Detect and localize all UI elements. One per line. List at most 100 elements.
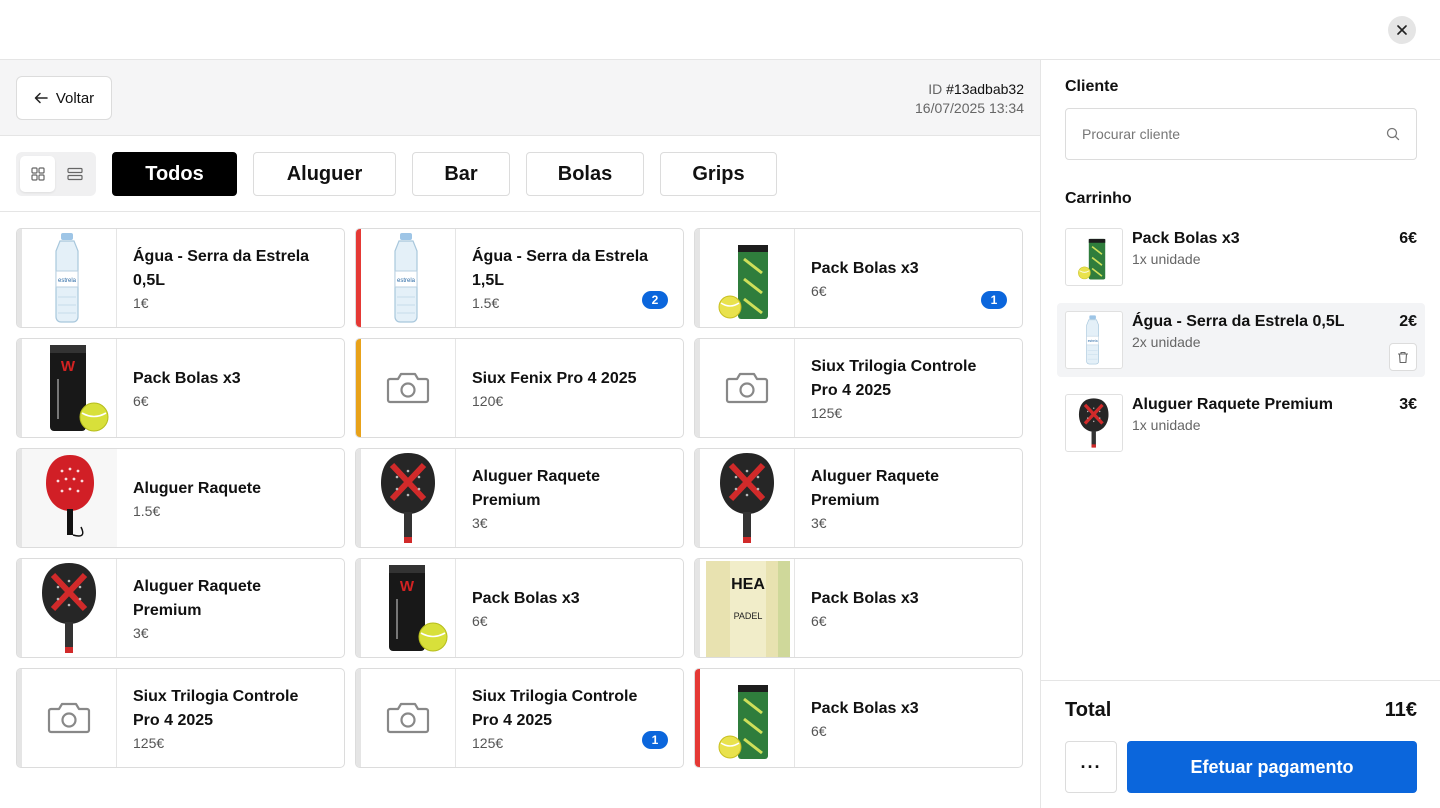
cart-item-name: Pack Bolas x3 (1132, 230, 1240, 247)
product-card-siux-trilogia-controle-pro-4-2025[interactable]: Siux Trilogia Controle Pro 4 2025 125€ (694, 338, 1023, 438)
product-image (22, 669, 117, 767)
water-bottle-large-image: estrela (361, 229, 456, 327)
category-grips[interactable]: Grips (660, 152, 777, 196)
product-name: Água - Serra da Estrela 1,5L (472, 248, 649, 289)
product-image (700, 449, 795, 547)
product-card-siux-trilogia-controle-pro-4-2025[interactable]: Siux Trilogia Controle Pro 4 2025 125€ 1 (355, 668, 684, 768)
more-options-button[interactable]: ··· (1065, 741, 1117, 793)
water-bottle-small-image: estrela (22, 229, 117, 327)
arrow-left-icon (34, 92, 48, 104)
ball-tube-green-image (1068, 230, 1120, 284)
product-image (361, 669, 456, 767)
product-image (22, 559, 117, 657)
svg-text:W: W (60, 358, 75, 375)
order-id: #13adbab32 (946, 81, 1024, 97)
product-price: 6€ (133, 393, 149, 409)
product-card-aluguer-raquete-premium[interactable]: Aluguer Raquete Premium 3€ (355, 448, 684, 548)
ball-tube-green-image (700, 229, 795, 327)
search-icon[interactable] (1386, 127, 1400, 141)
product-image: W (361, 559, 456, 657)
main-panel: Voltar ID #13adbab32 16/07/2025 13:34 To… (0, 60, 1040, 808)
product-name: Siux Trilogia Controle Pro 4 2025 (472, 688, 638, 729)
product-name: Aluguer Raquete Premium (472, 468, 601, 509)
cart-item-aluguer-raquete-premium[interactable]: Aluguer Raquete Premium 1x unidade 3€ (1057, 386, 1425, 460)
product-name: Siux Trilogia Controle Pro 4 2025 (133, 688, 299, 729)
ball-tube-black-image: W (361, 559, 456, 657)
racket-black-image (22, 559, 117, 657)
product-price: 3€ (472, 515, 488, 531)
product-price: 3€ (133, 625, 149, 641)
product-name: Pack Bolas x3 (811, 700, 919, 717)
trash-icon (1398, 351, 1408, 363)
order-id-prefix: ID (928, 81, 943, 97)
product-card-pack-bolas-x3[interactable]: HEA PADEL Pack Bolas x3 6€ (694, 558, 1023, 658)
cart-count-badge: 1 (642, 731, 668, 749)
product-name: Pack Bolas x3 (133, 370, 241, 387)
category-bar[interactable]: Bar (412, 152, 510, 196)
close-button[interactable] (1388, 16, 1416, 44)
delete-item-button[interactable] (1389, 343, 1417, 371)
order-meta: ID #13adbab32 16/07/2025 13:34 (915, 80, 1024, 118)
product-card-pack-bolas-x3[interactable]: W Pack Bolas x3 6€ (355, 558, 684, 658)
product-name: Pack Bolas x3 (811, 260, 919, 277)
cart-item-quantity: 2x unidade (1132, 334, 1201, 350)
client-search-box (1065, 108, 1417, 160)
product-card-agua-serra-da-estrela-0-5l[interactable]: estrela Água - Serra da Estrela 0,5L 1€ (16, 228, 345, 328)
ball-tube-green-image (700, 669, 795, 767)
grid-icon (30, 167, 45, 181)
list-icon (66, 167, 83, 181)
svg-text:W: W (399, 578, 414, 595)
cart-item-agua-serra-da-estrela-0-5l[interactable]: estrela Água - Serra da Estrela 0,5L 2x un… (1057, 303, 1425, 377)
product-image (700, 229, 795, 327)
cart-item-price: 3€ (1399, 396, 1417, 413)
category-filter-bar: Todos Aluguer Bar Bolas Grips (0, 136, 1040, 212)
grid-view-button[interactable] (20, 156, 55, 192)
back-button[interactable]: Voltar (16, 76, 112, 120)
product-card-siux-trilogia-controle-pro-4-2025[interactable]: Siux Trilogia Controle Pro 4 2025 125€ (16, 668, 345, 768)
category-aluguer[interactable]: Aluguer (253, 152, 396, 196)
product-price: 120€ (472, 393, 504, 409)
camera-icon (725, 370, 769, 406)
product-price: 1.5€ (472, 295, 500, 311)
total-value: 11€ (1384, 699, 1417, 721)
client-section-title: Cliente (1065, 78, 1119, 95)
cart-count-badge: 1 (981, 291, 1007, 309)
cart-item-quantity: 1x unidade (1132, 417, 1201, 433)
client-search-input[interactable] (1082, 126, 1362, 142)
order-datetime: 16/07/2025 13:34 (915, 100, 1024, 116)
product-card-aluguer-raquete-premium[interactable]: Aluguer Raquete Premium 3€ (694, 448, 1023, 548)
product-card-siux-fenix-pro-4-2025[interactable]: Siux Fenix Pro 4 2025 120€ (355, 338, 684, 438)
product-name: Água - Serra da Estrela 0,5L (133, 248, 310, 289)
product-card-aluguer-raquete-premium[interactable]: Aluguer Raquete Premium 3€ (16, 558, 345, 658)
ball-tube-black-image: W (22, 339, 117, 437)
product-image (361, 339, 456, 437)
racket-black-image (1068, 396, 1120, 450)
category-todos[interactable]: Todos (112, 152, 237, 196)
pay-button[interactable]: Efetuar pagamento (1127, 741, 1417, 793)
close-icon (1397, 25, 1407, 35)
product-image: W (22, 339, 117, 437)
product-card-pack-bolas-x3[interactable]: Pack Bolas x3 6€ (694, 668, 1023, 768)
view-toggle (16, 152, 96, 196)
cart-item-name: Água - Serra da Estrela 0,5L (1132, 313, 1345, 330)
camera-icon (386, 370, 430, 406)
category-bolas[interactable]: Bolas (526, 152, 644, 196)
back-label: Voltar (55, 89, 95, 107)
product-card-pack-bolas-x3[interactable]: Pack Bolas x3 6€ 1 (694, 228, 1023, 328)
cart-section-title: Carrinho (1065, 190, 1132, 207)
top-bar (0, 0, 1440, 60)
product-image: estrela (361, 229, 456, 327)
product-card-pack-bolas-x3[interactable]: W Pack Bolas x3 6€ (16, 338, 345, 438)
product-name: Pack Bolas x3 (811, 590, 919, 607)
cart-item-pack-bolas-x3[interactable]: Pack Bolas x3 1x unidade 6€ (1057, 220, 1425, 294)
cart-item-image (1065, 394, 1123, 452)
svg-text:estrela: estrela (396, 278, 415, 284)
list-view-button[interactable] (57, 156, 92, 192)
ball-box-head-image: HEA PADEL (700, 559, 795, 657)
product-price: 1€ (133, 295, 149, 311)
product-price: 6€ (811, 283, 827, 299)
product-card-agua-serra-da-estrela-1-5l[interactable]: estrela Água - Serra da Estrela 1,5L 1.5€ 2 (355, 228, 684, 328)
product-card-aluguer-raquete[interactable]: Aluguer Raquete 1.5€ (16, 448, 345, 548)
camera-icon (386, 700, 430, 736)
product-image (21, 449, 117, 547)
